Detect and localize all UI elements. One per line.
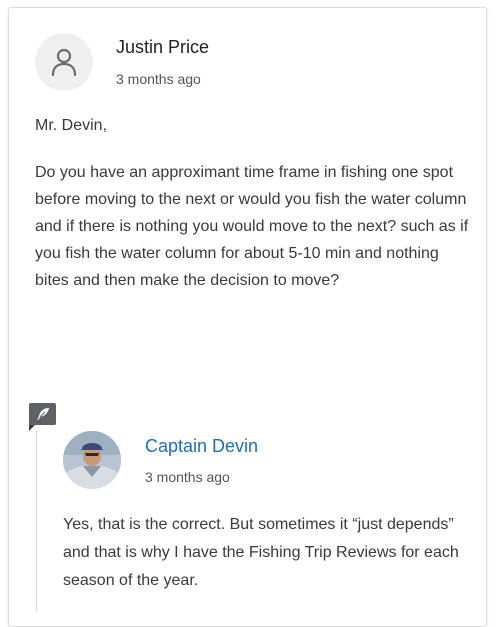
comment-author-name[interactable]: Justin Price [116, 37, 209, 58]
comment-timestamp[interactable]: 3 months ago [116, 71, 201, 87]
reply-author-avatar [63, 431, 121, 489]
reply-author-name[interactable]: Captain Devin [145, 436, 258, 457]
user-avatar [35, 33, 93, 91]
comment-body: Do you have an approximant time frame in… [35, 164, 469, 289]
reply-body: Yes, that is the correct. But sometimes … [63, 516, 459, 589]
reply-thread-line [36, 430, 37, 612]
reply-timestamp[interactable]: 3 months ago [145, 469, 230, 485]
feather-quill-icon [37, 408, 49, 420]
user-icon [51, 48, 77, 76]
reply-badge [29, 403, 56, 425]
comment-greeting: Mr. Devin, [35, 117, 108, 134]
avatar-photo-image [63, 431, 121, 489]
reply-badge-notch [29, 425, 35, 431]
